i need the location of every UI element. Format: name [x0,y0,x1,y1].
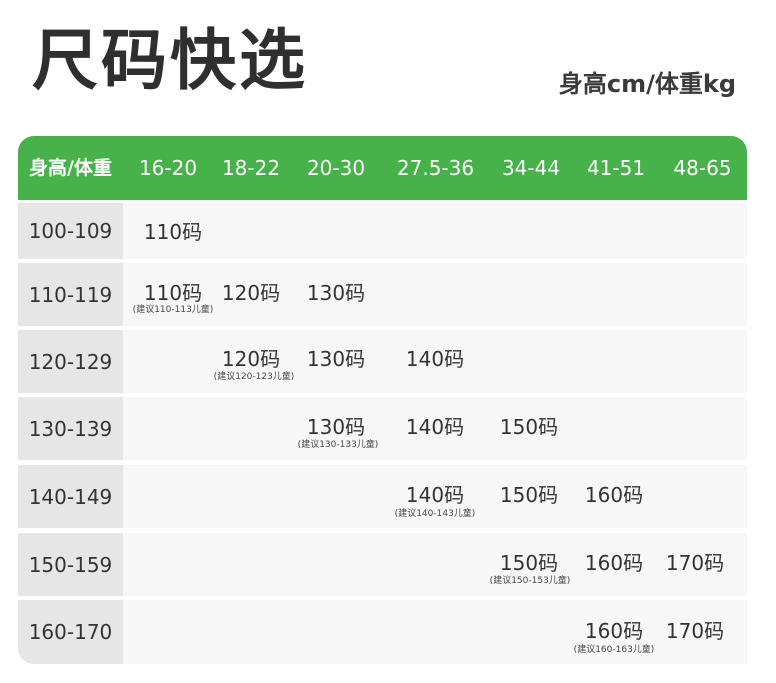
table-row: 150-159 150码 (建议150-153儿童) 160码 170码 [18,533,747,596]
height-label: 140-149 [18,465,123,528]
size-value: 170码 [665,551,725,575]
header-cell-weight-range: 41-51 [586,156,646,180]
header-cell-weight-range: 20-30 [306,156,366,180]
size-value: 130码 [306,415,366,439]
size-note: (建议130-133儿童) [297,440,379,450]
header-cell-height-weight: 身高/体重 [29,157,112,179]
size-value: 140码 [405,415,465,439]
table-row: 100-109 110码 [18,203,747,259]
size-value: 110码 [143,281,203,305]
table-row: 130-139 130码 (建议130-133儿童) 140码 150码 [18,397,747,460]
height-label: 150-159 [18,533,123,596]
size-value: 120码 [221,281,281,305]
size-value: 160码 [584,483,644,507]
size-value: 150码 [499,483,559,507]
header-cell-weight-range: 18-22 [221,156,281,180]
header-cell-weight-range: 16-20 [138,156,198,180]
size-value: 160码 [584,619,644,643]
size-value: 140码 [405,483,465,507]
size-value: 150码 [499,415,559,439]
height-label: 110-119 [18,263,123,326]
table-row: 120-129 120码 (建议120-123儿童) 130码 140码 [18,330,747,393]
page-title: 尺码快选 [32,22,308,99]
size-value: 160码 [584,551,644,575]
header-cell-weight-range: 48-65 [673,156,732,180]
size-value: 170码 [665,619,725,643]
size-value: 120码 [221,347,281,371]
size-note: (建议150-153儿童) [489,576,571,586]
header-cell-weight-range: 34-44 [501,156,561,180]
height-label: 160-170 [18,600,123,664]
table-row: 140-149 140码 (建议140-143儿童) 150码 160码 [18,465,747,528]
unit-label: 身高cm/体重kg [558,70,736,98]
size-value: 150码 [499,551,559,575]
size-value: 130码 [306,281,366,305]
header-cell-weight-range: 27.5-36 [396,156,475,180]
size-note: (建议120-123儿童) [213,372,295,382]
size-value: 110码 [143,220,203,244]
size-note: (建议110-113儿童) [132,305,214,315]
height-label: 100-109 [18,203,123,259]
size-note: (建议160-163儿童) [573,645,655,655]
height-label: 130-139 [18,397,123,460]
table-row: 160-170 160码 (建议160-163儿童) 170码 [18,600,747,664]
table-header: 身高/体重 16-20 18-22 20-30 27.5-36 34-44 41… [18,136,747,200]
size-note: (建议140-143儿童) [394,509,476,519]
size-value: 130码 [306,347,366,371]
height-label: 120-129 [18,330,123,393]
size-value: 140码 [405,347,465,371]
table-row: 110-119 110码 (建议110-113儿童) 120码 130码 [18,263,747,326]
